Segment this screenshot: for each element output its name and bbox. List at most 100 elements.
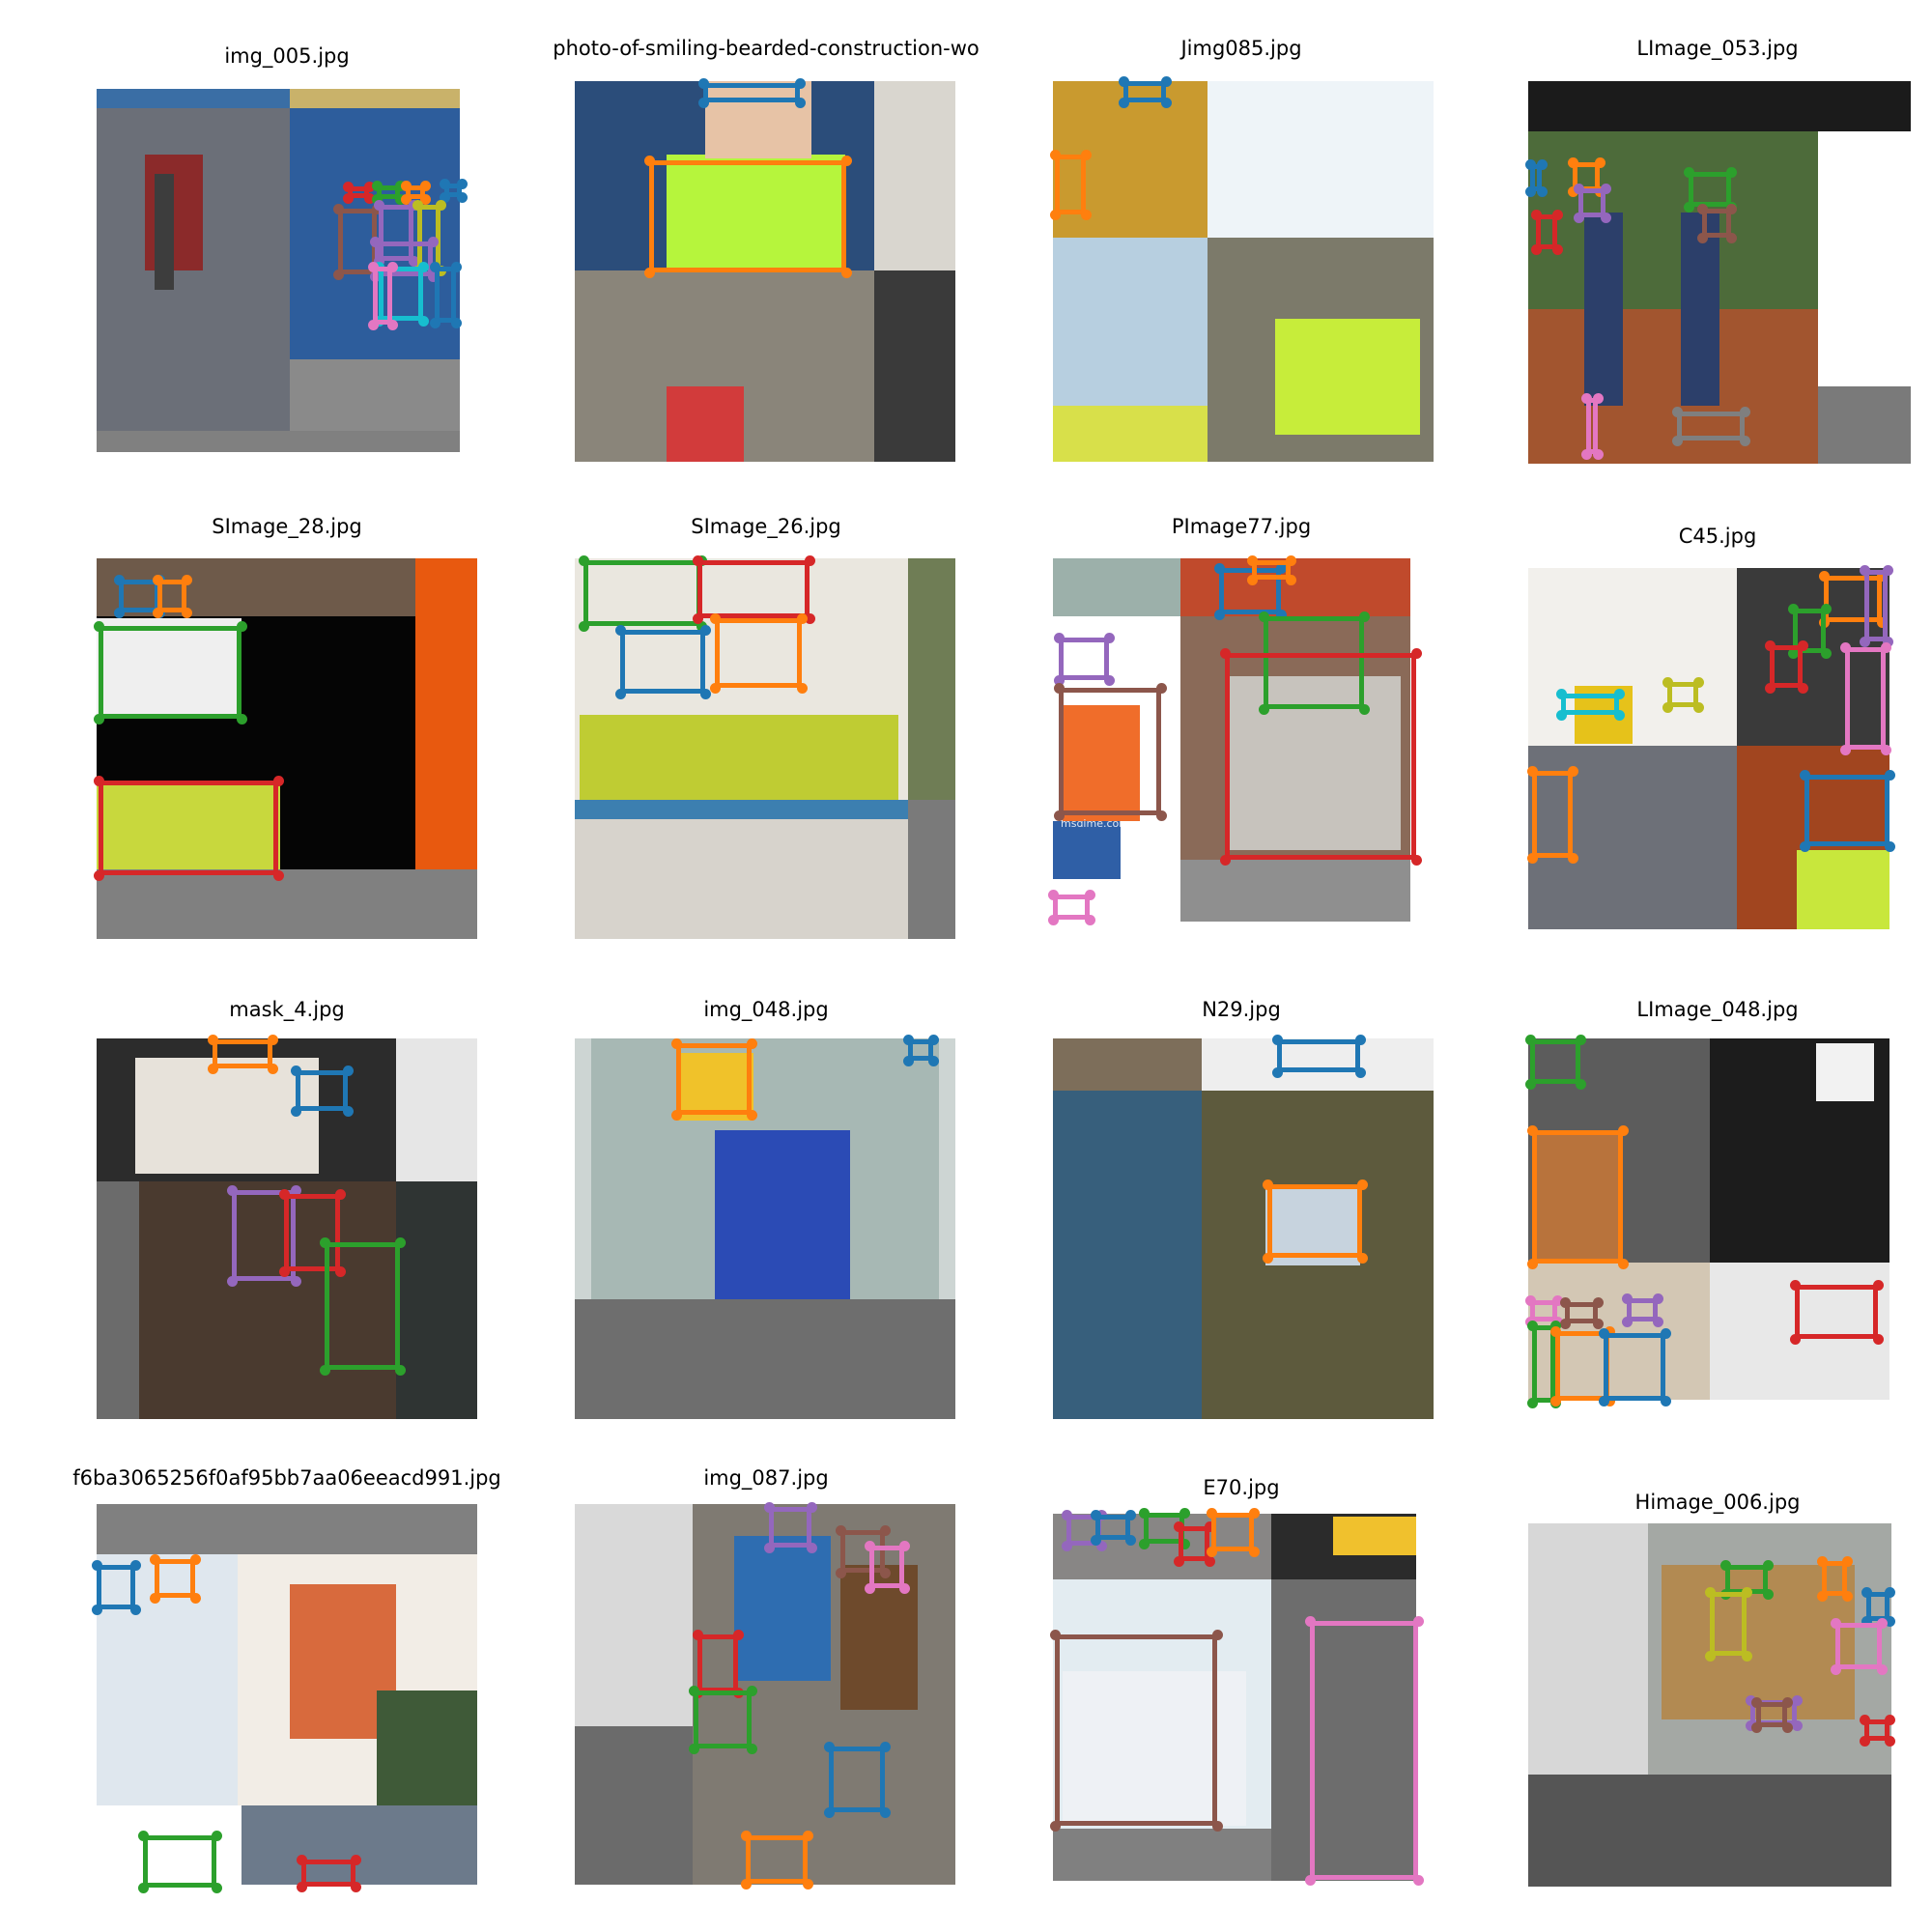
- box-corner-point: [1592, 1296, 1604, 1308]
- image-tile: [580, 715, 898, 800]
- image-tile: [290, 359, 460, 431]
- box-corner-point: [1080, 209, 1092, 220]
- box-corner-point: [149, 1553, 160, 1565]
- box-corner-point: [1090, 1509, 1101, 1520]
- box-corner-point: [740, 1830, 752, 1841]
- box-corner-point: [1613, 688, 1625, 699]
- box-corner-point: [1271, 1034, 1283, 1045]
- box-corner-point: [1598, 1327, 1609, 1339]
- image-title: img_087.jpg: [703, 1466, 829, 1490]
- bounding-box-red: [1770, 645, 1803, 688]
- bounding-box-red: [697, 560, 810, 618]
- box-corner-point: [369, 236, 381, 247]
- box-corner-point: [93, 620, 104, 632]
- box-corner-point: [267, 1034, 278, 1045]
- box-corner-point: [1580, 448, 1592, 460]
- box-corner-point: [1248, 1546, 1260, 1557]
- bounding-box-red: [1225, 653, 1416, 860]
- box-corner-point: [1671, 435, 1683, 446]
- box-corner-point: [1524, 1294, 1536, 1306]
- box-corner-point: [319, 1364, 330, 1376]
- box-corner-point: [1764, 682, 1776, 694]
- box-corner-point: [1219, 647, 1231, 659]
- image-tile: [1208, 81, 1434, 238]
- box-corner-point: [1861, 1586, 1872, 1598]
- image-tile: [242, 1805, 477, 1885]
- box-corner-point: [1884, 1735, 1895, 1747]
- box-corner-point: [746, 1109, 757, 1121]
- box-corner-point: [1524, 158, 1536, 170]
- box-corner-point: [1660, 1395, 1671, 1406]
- box-corner-point: [1549, 1325, 1561, 1337]
- image-tile: [1797, 850, 1889, 929]
- box-corner-point: [879, 1524, 891, 1536]
- box-corner-point: [93, 869, 104, 881]
- box-corner-point: [272, 775, 284, 786]
- image-tile: [1053, 558, 1180, 616]
- bounding-box-green: [1689, 172, 1731, 207]
- box-corner-point: [207, 1034, 218, 1045]
- box-corner-point: [1789, 1333, 1801, 1345]
- box-corner-point: [1262, 1252, 1273, 1264]
- box-corner-point: [278, 1265, 290, 1277]
- box-corner-point: [1090, 1534, 1101, 1546]
- box-corner-point: [1304, 1615, 1316, 1627]
- bounding-box-orange: [1532, 1130, 1623, 1264]
- box-corner-point: [806, 1501, 817, 1513]
- box-corner-point: [1524, 185, 1536, 197]
- box-corner-point: [732, 1629, 744, 1640]
- bounding-box-orange: [1055, 155, 1086, 214]
- box-corner-point: [1118, 97, 1129, 108]
- box-corner-point: [439, 178, 450, 189]
- box-corner-point: [1739, 435, 1750, 446]
- image-title: SImage_28.jpg: [212, 515, 362, 538]
- box-corner-point: [456, 191, 468, 203]
- box-corner-point: [1797, 682, 1808, 694]
- box-corner-point: [1555, 709, 1567, 721]
- box-corner-point: [902, 1034, 914, 1045]
- box-corner-point: [1592, 392, 1604, 404]
- box-corner-point: [1246, 554, 1258, 566]
- box-corner-point: [1580, 392, 1592, 404]
- box-corner-point: [373, 199, 384, 211]
- box-corner-point: [1859, 1714, 1870, 1725]
- box-corner-point: [267, 1063, 278, 1074]
- bounding-box-blue: [1123, 81, 1166, 102]
- box-corner-point: [1621, 1316, 1633, 1327]
- box-corner-point: [1053, 682, 1065, 694]
- box-corner-point: [1358, 611, 1370, 622]
- bounding-box-green: [143, 1835, 216, 1888]
- box-corner-point: [806, 1542, 817, 1553]
- bounding-box-blue: [1604, 1333, 1665, 1401]
- box-corner-point: [1118, 75, 1129, 87]
- box-corner-point: [332, 203, 344, 214]
- box-corner-point: [1719, 1559, 1731, 1571]
- box-corner-point: [1530, 243, 1542, 255]
- box-corner-point: [394, 1364, 406, 1376]
- box-corner-point: [290, 1065, 301, 1076]
- box-corner-point: [1839, 744, 1851, 755]
- bounding-box-red: [1536, 214, 1557, 249]
- box-corner-point: [1859, 564, 1870, 576]
- box-corner-point: [1262, 1179, 1273, 1190]
- box-corner-point: [152, 607, 163, 618]
- box-corner-point: [1053, 632, 1065, 643]
- box-corner-point: [189, 1592, 201, 1604]
- box-corner-point: [1841, 1590, 1853, 1602]
- image-tile: [734, 1536, 831, 1681]
- box-corner-point: [1354, 1034, 1366, 1045]
- image-tile: [396, 1038, 477, 1181]
- box-corner-point: [1061, 1540, 1072, 1551]
- image-title: N29.jpg: [1202, 998, 1281, 1021]
- image-tile: [667, 386, 744, 462]
- box-corner-point: [614, 624, 626, 636]
- box-corner-point: [1764, 639, 1776, 651]
- box-corner-point: [1047, 889, 1059, 900]
- box-corner-point: [1575, 1034, 1586, 1045]
- box-corner-point: [427, 236, 439, 247]
- box-corner-point: [152, 574, 163, 585]
- bounding-box-green: [694, 1690, 752, 1748]
- box-corner-point: [763, 1501, 775, 1513]
- box-corner-point: [332, 269, 344, 280]
- box-corner-point: [1356, 1252, 1368, 1264]
